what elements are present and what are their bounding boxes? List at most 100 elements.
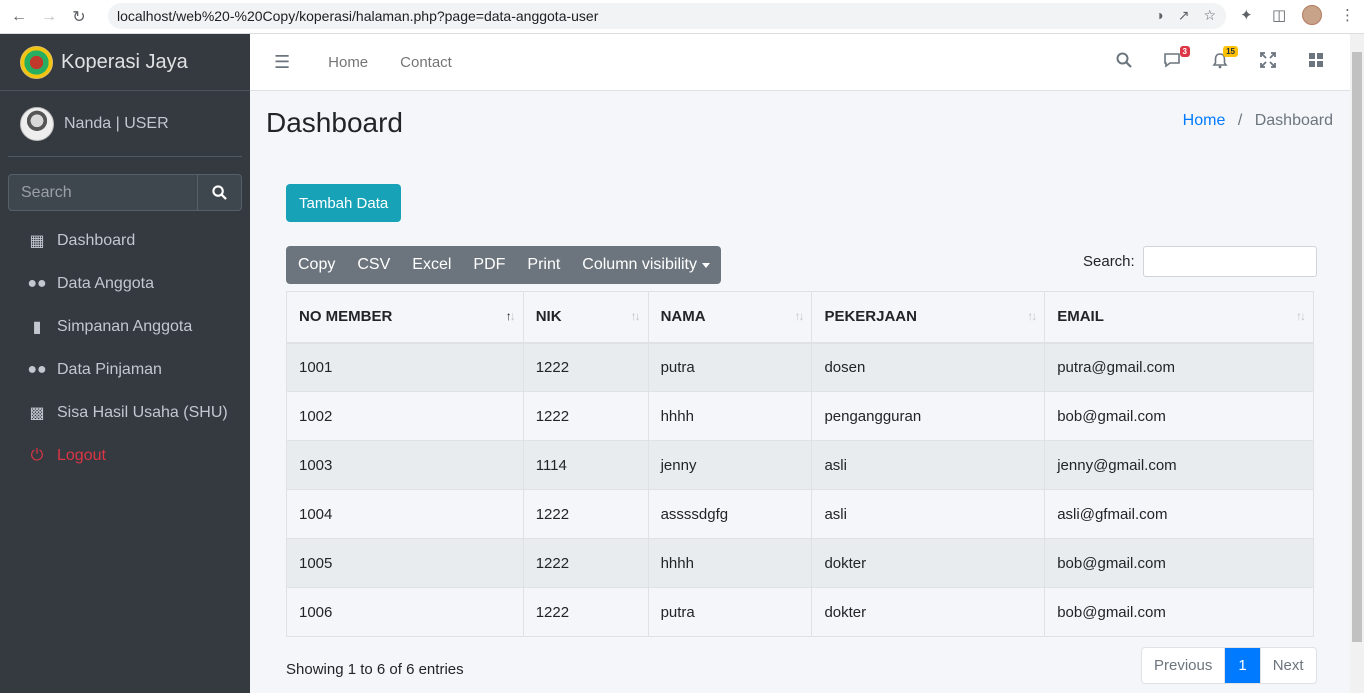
- translate-icon[interactable]: ◑: [1155, 7, 1163, 24]
- top-navbar: ☰ Home Contact 3 15: [250, 34, 1350, 91]
- pagination-next[interactable]: Next: [1261, 648, 1316, 683]
- column-header-nama[interactable]: NAMA ↑↓: [647, 291, 813, 344]
- cell-email: bob@gmail.com: [1044, 391, 1314, 441]
- sidebar-item-data-anggota[interactable]: ●● Data Anggota: [0, 262, 250, 305]
- add-data-button[interactable]: Tambah Data: [286, 184, 402, 222]
- cell-nama: assssdgfg: [647, 489, 813, 539]
- notifications-badge: 15: [1223, 46, 1238, 57]
- building-icon: ▩: [29, 404, 45, 422]
- hamburger-menu-icon[interactable]: ☰: [274, 52, 290, 73]
- brand-name: Koperasi Jaya: [61, 50, 188, 73]
- fullscreen-icon[interactable]: [1258, 52, 1278, 74]
- table-search-input[interactable]: [1142, 246, 1317, 277]
- sidebar-item-label: Data Anggota: [57, 274, 154, 292]
- forward-arrow-icon[interactable]: →: [38, 6, 60, 28]
- share-icon[interactable]: ↗: [1178, 7, 1190, 24]
- bookmark-star-icon[interactable]: ☆: [1203, 7, 1216, 24]
- print-button[interactable]: Print: [516, 246, 571, 284]
- sidebar-item-logout[interactable]: ⏻ Logout: [0, 434, 250, 477]
- sidebar-item-dashboard[interactable]: ▦ Dashboard: [0, 219, 250, 262]
- cell-no-member: 1001: [286, 342, 524, 392]
- control-sidebar-icon[interactable]: [1306, 52, 1326, 74]
- cell-no-member: 1003: [286, 440, 524, 490]
- excel-button[interactable]: Excel: [401, 246, 462, 284]
- column-visibility-button[interactable]: Column visibility: [571, 246, 721, 284]
- cell-nik: 1222: [522, 538, 649, 588]
- sidebar-item-data-pinjaman[interactable]: ●● Data Pinjaman: [0, 348, 250, 391]
- breadcrumb: Home / Dashboard: [1183, 112, 1333, 130]
- users-icon: ●●: [27, 360, 47, 378]
- breadcrumb-current: Dashboard: [1254, 112, 1333, 129]
- cell-nama: hhhh: [647, 538, 813, 588]
- cell-nik: 1222: [522, 391, 649, 441]
- side-panel-icon[interactable]: ◫: [1272, 6, 1286, 24]
- table-search: Search:: [1083, 246, 1317, 277]
- column-header-no-member[interactable]: NO MEMBER ↑↓: [286, 291, 524, 344]
- caret-down-icon: [702, 262, 710, 268]
- cell-no-member: 1002: [286, 391, 524, 441]
- pagination-previous[interactable]: Previous: [1142, 648, 1226, 683]
- export-button-group: Copy CSV Excel PDF Print Column visibili…: [286, 246, 721, 284]
- brand-link[interactable]: Koperasi Jaya: [0, 34, 250, 91]
- browser-toolbar: ← → ↻ i localhost/web%20-%20Copy/koperas…: [0, 0, 1364, 587]
- table-search-label: Search:: [1083, 253, 1135, 270]
- nav-link-contact[interactable]: Contact: [400, 54, 452, 71]
- breadcrumb-separator: /: [1237, 112, 1243, 129]
- search-icon[interactable]: [197, 174, 242, 211]
- table-row: 1005 1222 hhhh dokter bob@gmail.com: [286, 538, 1314, 588]
- sidebar-item-label: Data Pinjaman: [57, 360, 162, 378]
- cell-email: jenny@gmail.com: [1044, 440, 1314, 490]
- sidebar-item-label: Simpanan Anggota: [57, 317, 193, 335]
- page-title: Dashboard: [266, 107, 403, 138]
- nav-link-home[interactable]: Home: [328, 54, 368, 71]
- cell-email: asli@gfmail.com: [1044, 489, 1314, 539]
- cell-no-member: 1004: [286, 489, 524, 539]
- user-name: Nanda | USER: [64, 114, 169, 132]
- table-row: 1001 1222 putra dosen putra@gmail.com: [286, 342, 1314, 392]
- reload-icon[interactable]: ↻: [68, 6, 90, 28]
- sort-icon: ↑↓: [1296, 309, 1306, 323]
- search-icon[interactable]: [1114, 52, 1134, 74]
- cell-pekerjaan: dokter: [811, 587, 1046, 637]
- briefcase-icon: ▮: [32, 318, 42, 336]
- sidebar-item-label: Dashboard: [57, 231, 136, 249]
- pdf-button[interactable]: PDF: [462, 246, 516, 284]
- content-wrapper: Dashboard Home / Dashboard Tambah Data C…: [250, 91, 1350, 693]
- browser-menu-icon[interactable]: ⋮: [1340, 6, 1355, 24]
- cell-nik: 1222: [522, 489, 649, 539]
- cell-nama: putra: [647, 342, 813, 392]
- sidebar-item-label: Sisa Hasil Usaha (SHU): [57, 403, 228, 421]
- column-header-pekerjaan[interactable]: PEKERJAAN ↑↓: [811, 291, 1046, 344]
- cell-nik: 1222: [522, 342, 649, 392]
- pagination-page-1[interactable]: 1: [1225, 648, 1261, 683]
- sidebar-item-simpanan-anggota[interactable]: ▮ Simpanan Anggota: [0, 305, 250, 348]
- sidebar-search-input[interactable]: Search: [8, 174, 197, 211]
- cell-nama: jenny: [647, 440, 813, 490]
- extensions-icon[interactable]: ✦: [1240, 6, 1253, 24]
- users-icon: ●●: [27, 274, 47, 292]
- power-icon: ⏻: [30, 446, 44, 464]
- table-row: 1004 1222 assssdgfg asli asli@gfmail.com: [286, 489, 1314, 539]
- copy-button[interactable]: Copy: [286, 246, 346, 284]
- profile-avatar[interactable]: [1302, 5, 1322, 25]
- csv-button[interactable]: CSV: [346, 246, 401, 284]
- column-header-nik[interactable]: NIK ↑↓: [522, 291, 649, 344]
- cell-pekerjaan: dokter: [811, 538, 1046, 588]
- back-arrow-icon[interactable]: ←: [8, 6, 30, 28]
- table-row: 1006 1222 putra dokter bob@gmail.com: [286, 587, 1314, 637]
- sort-icon: ↑↓: [1027, 309, 1037, 323]
- bell-icon[interactable]: 15: [1210, 46, 1238, 74]
- grid-icon: ▦: [29, 232, 45, 250]
- sidebar-item-shu[interactable]: ▩ Sisa Hasil Usaha (SHU): [0, 391, 250, 434]
- column-header-email[interactable]: EMAIL ↑↓: [1044, 291, 1314, 344]
- column-visibility-label: Column visibility: [582, 256, 697, 273]
- page-scrollbar[interactable]: [1350, 34, 1364, 693]
- cell-pekerjaan: asli: [811, 489, 1046, 539]
- url-text[interactable]: localhost/web%20-%20Copy/koperasi/halama…: [117, 8, 598, 24]
- cell-nik: 1114: [522, 440, 649, 490]
- user-panel[interactable]: Nanda | USER: [8, 91, 242, 157]
- sidebar-search: Search: [8, 174, 242, 211]
- breadcrumb-home-link[interactable]: Home: [1183, 112, 1226, 129]
- messages-icon[interactable]: 3: [1162, 46, 1190, 74]
- address-bar[interactable]: i localhost/web%20-%20Copy/koperasi/hala…: [108, 3, 1226, 587]
